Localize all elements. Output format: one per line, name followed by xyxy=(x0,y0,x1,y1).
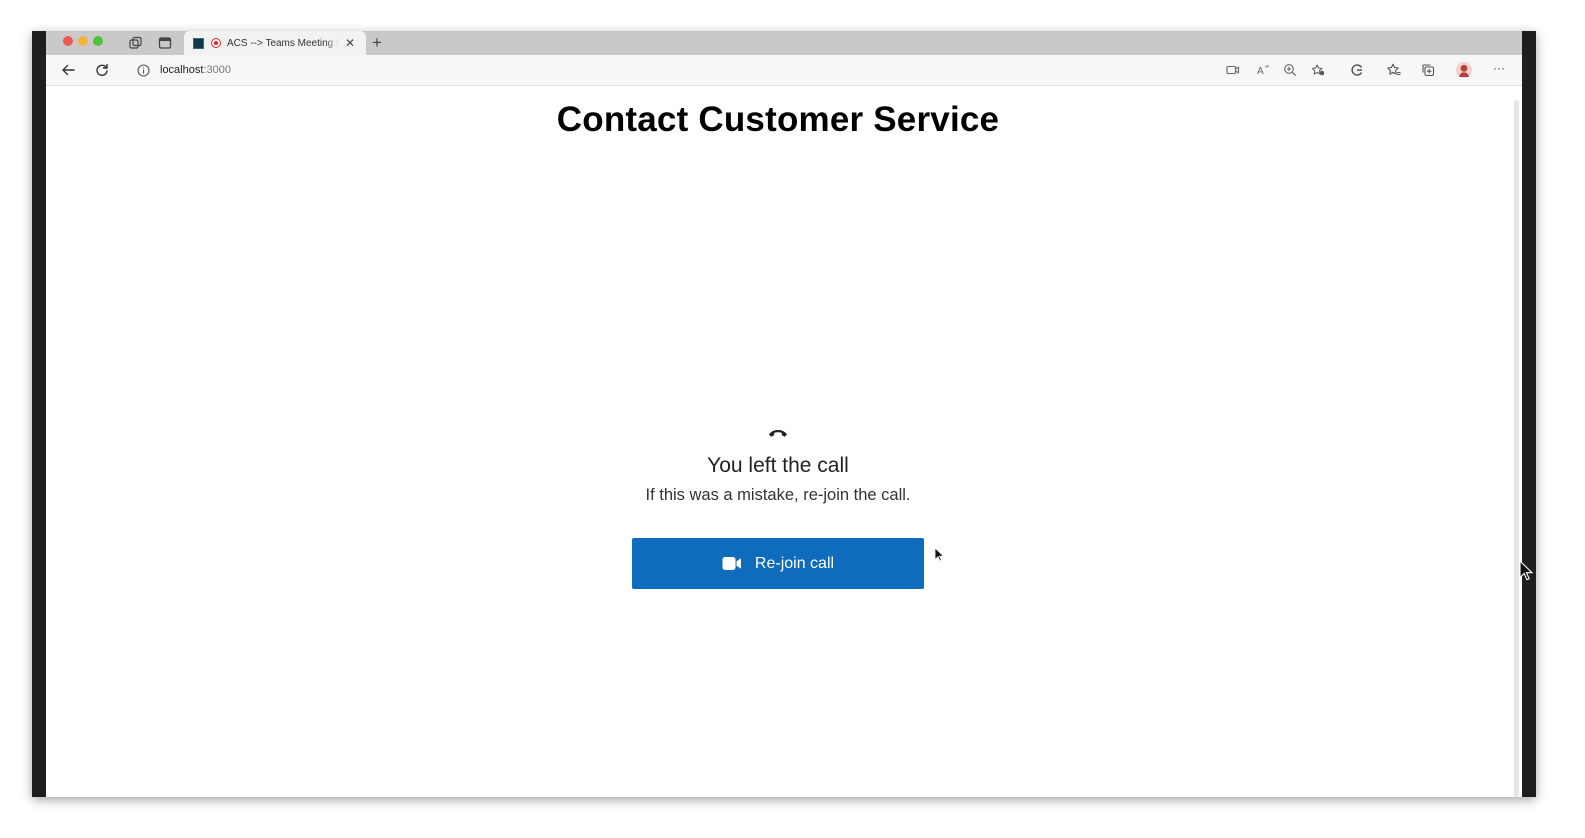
close-window-button[interactable] xyxy=(63,36,73,46)
url-host: localhost xyxy=(160,64,204,76)
favorite-add-icon[interactable] xyxy=(1311,63,1325,77)
read-aloud-icon[interactable]: A xyxy=(1256,63,1270,77)
page-scrollbar[interactable] xyxy=(1514,100,1519,797)
close-tab-icon[interactable]: ✕ xyxy=(345,37,355,49)
browser-tab[interactable]: ACS --> Teams Meeting D ✕ xyxy=(184,31,366,55)
browser-window: ACS --> Teams Meeting D ✕ + localhost:30… xyxy=(46,31,1522,797)
page-title: Contact Customer Service xyxy=(556,100,1000,139)
zoom-icon[interactable] xyxy=(1283,63,1297,77)
url-text: localhost:3000 xyxy=(160,64,231,76)
rejoin-call-button[interactable]: Re-join call xyxy=(632,538,924,589)
new-tab-button[interactable]: + xyxy=(372,33,382,53)
maximize-window-button[interactable] xyxy=(93,36,103,46)
call-ended-title: You left the call xyxy=(707,454,849,477)
recording-icon xyxy=(211,38,221,48)
tab-actions-icon[interactable] xyxy=(158,36,172,50)
extensions-icon[interactable] xyxy=(1350,63,1364,77)
mouse-cursor xyxy=(934,547,944,562)
browser-toolbar: localhost:3000 A ··· xyxy=(46,55,1522,86)
call-ended-message: If this was a mistake, re-join the call. xyxy=(645,486,911,504)
web-page: Contact Customer Service You left the ca… xyxy=(46,86,1522,797)
video-camera-icon xyxy=(722,556,742,571)
camera-icon[interactable] xyxy=(1226,63,1240,77)
screen-frame: ACS --> Teams Meeting D ✕ + localhost:30… xyxy=(32,31,1536,797)
svg-text:A: A xyxy=(1257,66,1264,77)
call-ended-panel: You left the call If this was a mistake,… xyxy=(614,426,942,505)
collections-icon[interactable] xyxy=(1421,63,1435,77)
outer-mouse-cursor xyxy=(1519,560,1533,581)
tab-favicon xyxy=(193,37,204,49)
hang-up-icon xyxy=(767,426,789,438)
workspaces-icon[interactable] xyxy=(129,36,143,50)
profile-avatar[interactable] xyxy=(1456,62,1472,78)
favorites-icon[interactable] xyxy=(1387,63,1401,77)
back-arrow-icon[interactable] xyxy=(60,62,76,78)
minimize-window-button[interactable] xyxy=(78,36,88,46)
url-port: :3000 xyxy=(203,64,231,76)
tab-title: ACS --> Teams Meeting D xyxy=(227,37,339,49)
rejoin-call-label: Re-join call xyxy=(754,554,835,572)
tab-bar: ACS --> Teams Meeting D ✕ + xyxy=(46,31,1522,55)
refresh-icon[interactable] xyxy=(94,62,110,78)
info-icon[interactable] xyxy=(136,63,150,77)
more-options-icon[interactable]: ··· xyxy=(1492,61,1506,75)
address-bar[interactable]: localhost:3000 xyxy=(122,58,1202,82)
